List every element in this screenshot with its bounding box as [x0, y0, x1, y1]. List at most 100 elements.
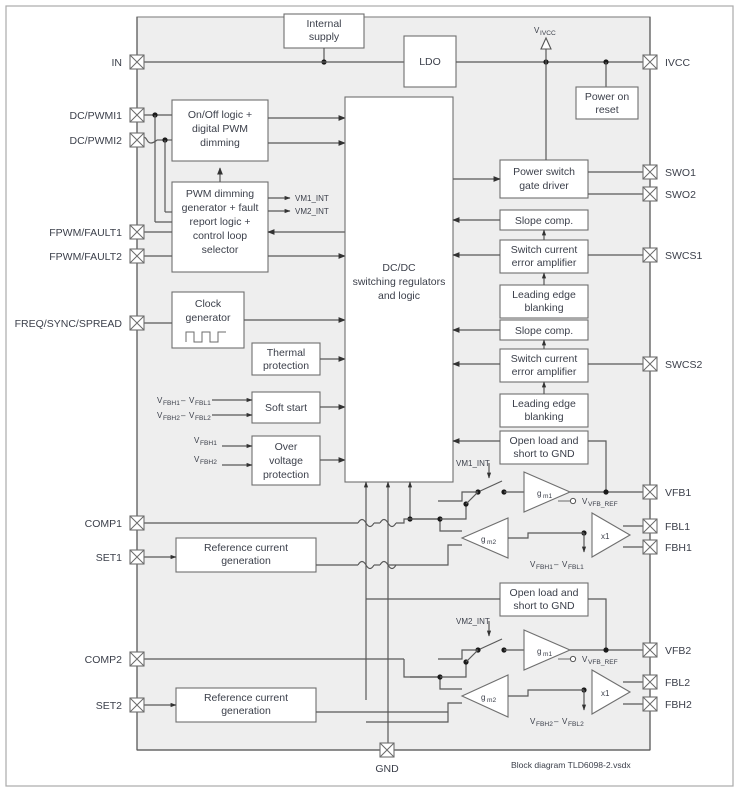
fbd1-a-sub: FBH1 [536, 564, 553, 571]
ovp-label-1: Over [275, 441, 298, 453]
dcdc-core-label-3: and logic [378, 290, 420, 302]
refcur2-label-2: generation [221, 705, 271, 717]
ss1-a-sub: FBH1 [163, 400, 180, 407]
pin-swcs1[interactable]: SWCS1 [642, 247, 703, 263]
pin-label: COMP1 [85, 518, 123, 530]
vm2-int-label: VM2_INT [456, 617, 490, 626]
vivcc-label-sub: IVCC [540, 30, 556, 37]
ol2-label-2: short to GND [513, 600, 575, 612]
pin-ivcc[interactable]: IVCC [642, 54, 691, 70]
pwm-dimming-label-5: selector [202, 244, 239, 256]
leb1-label-1: Leading edge [512, 289, 576, 301]
pwm-dimming-label-4: control loop [193, 230, 247, 242]
pin-set2[interactable]: SET2 [96, 697, 145, 713]
pin-vfb1[interactable]: VFB1 [642, 484, 691, 500]
gm1b-base: g [537, 647, 541, 656]
pin-fpwm-fault1[interactable]: FPWM/FAULT1 [49, 224, 145, 240]
pin-fpwm-fault2[interactable]: FPWM/FAULT2 [49, 248, 145, 264]
clock-generator-label-2: generator [186, 312, 231, 324]
power-on-reset-label-2: reset [595, 104, 618, 116]
scea2-label-2: error amplifier [512, 366, 577, 378]
scea1-label-1: Switch current [511, 244, 578, 256]
pin-label: FBH1 [665, 542, 692, 554]
gm1a-base: g [537, 489, 541, 498]
pin-fbh2[interactable]: FBH2 [642, 696, 692, 712]
pin-label: FPWM/FAULT1 [49, 227, 122, 239]
pin-fbh1[interactable]: FBH1 [642, 539, 692, 555]
gm1b-sub: m1 [543, 651, 552, 658]
ovp-label-2: voltage [269, 455, 303, 467]
pin-comp1[interactable]: COMP1 [85, 515, 145, 531]
gm2a-base: g [481, 535, 485, 544]
ss2-b-sub: FBL2 [195, 415, 211, 422]
scea1-label-2: error amplifier [512, 257, 577, 269]
refcur2-label-1: Reference current [204, 692, 288, 704]
ol1-label-1: Open load and [510, 435, 579, 447]
pin-label: FBL1 [665, 521, 690, 533]
pin-vfb2[interactable]: VFB2 [642, 642, 691, 658]
dcdc-core-label-2: switching regulators [353, 276, 446, 288]
junction-dot [603, 489, 609, 495]
gm2b-base: g [481, 693, 485, 702]
gm1a-sub: m1 [543, 493, 552, 500]
pin-label: FREQ/SYNC/SPREAD [15, 318, 123, 330]
psgd-label-2: gate driver [519, 180, 569, 192]
buf1-label: x1 [601, 532, 610, 541]
fbd2-a-sub: FBH2 [536, 721, 553, 728]
pin-swo1[interactable]: SWO1 [642, 164, 696, 180]
ss1-dash: – [181, 396, 186, 405]
pin-fbl1[interactable]: FBL1 [642, 518, 690, 534]
pin-label: COMP2 [85, 654, 123, 666]
gm2a-sub: m2 [487, 539, 496, 546]
pin-swcs2[interactable]: SWCS2 [642, 356, 703, 372]
fbd2-b-sub: FBL2 [568, 721, 584, 728]
refcur1-label-1: Reference current [204, 542, 288, 554]
buf2-label: x1 [601, 689, 610, 698]
ovp1-sub: FBH1 [200, 440, 217, 447]
pin-swo2[interactable]: SWO2 [642, 186, 696, 202]
soft-start-label: Soft start [265, 402, 307, 414]
ovp-label-3: protection [263, 469, 309, 481]
vfb-ref-2-terminal [569, 655, 577, 663]
psgd-label-1: Power switch [513, 166, 575, 178]
ss2-a-sub: FBH2 [163, 415, 180, 422]
ss1-b-sub: FBL1 [195, 400, 211, 407]
vfbref1-sub: VFB_REF [588, 501, 618, 508]
block-diagram-figure: Internal supply LDO V IVCC Power on rese… [0, 0, 740, 793]
pin-fbl2[interactable]: FBL2 [642, 674, 690, 690]
diagram-canvas: Internal supply LDO V IVCC Power on rese… [5, 5, 734, 787]
leb1-label-2: blanking [524, 302, 563, 314]
slope-comp-1-label: Slope comp. [515, 215, 573, 227]
vfb-ref-1-terminal [569, 497, 577, 505]
pin-label: SET2 [96, 700, 122, 712]
pin-freq-sync-spread[interactable]: FREQ/SYNC/SPREAD [15, 315, 145, 331]
onoff-logic-label-1: On/Off logic + [188, 109, 252, 121]
pin-in[interactable]: IN [112, 54, 145, 70]
pin-dc-pwmi1[interactable]: DC/PWMI1 [70, 107, 145, 123]
pin-label: SET1 [96, 552, 122, 564]
slope-comp-2-label: Slope comp. [515, 325, 573, 337]
pin-label: IVCC [665, 57, 691, 69]
pin-label: IN [112, 57, 123, 69]
pin-dc-pwmi2[interactable]: DC/PWMI2 [70, 132, 145, 148]
scea2-label-1: Switch current [511, 353, 578, 365]
pwm-dimming-label-1: PWM dimming [186, 188, 254, 200]
leb2-label-1: Leading edge [512, 398, 576, 410]
refcur1-label-2: generation [221, 555, 271, 567]
pin-label: FBL2 [665, 677, 690, 689]
leb2-label-2: blanking [524, 411, 563, 423]
vfbref2-sub: VFB_REF [588, 659, 618, 666]
pin-label: DC/PWMI1 [70, 110, 123, 122]
onoff-logic-label-2: digital PWM [192, 123, 248, 135]
ol2-label-1: Open load and [510, 587, 579, 599]
pin-label: GND [375, 763, 399, 775]
pin-label: FPWM/FAULT2 [49, 251, 122, 263]
clock-generator-label-1: Clock [195, 298, 222, 310]
pwm-dimming-label-3: report logic + [190, 216, 251, 228]
pin-label: VFB2 [665, 645, 691, 657]
pin-set1[interactable]: SET1 [96, 549, 145, 565]
onoff-logic-label-3: dimming [200, 137, 240, 149]
pin-comp2[interactable]: COMP2 [85, 651, 145, 667]
pin-label: SWCS2 [665, 359, 703, 371]
vm2-int-out-label: VM2_INT [295, 207, 329, 216]
